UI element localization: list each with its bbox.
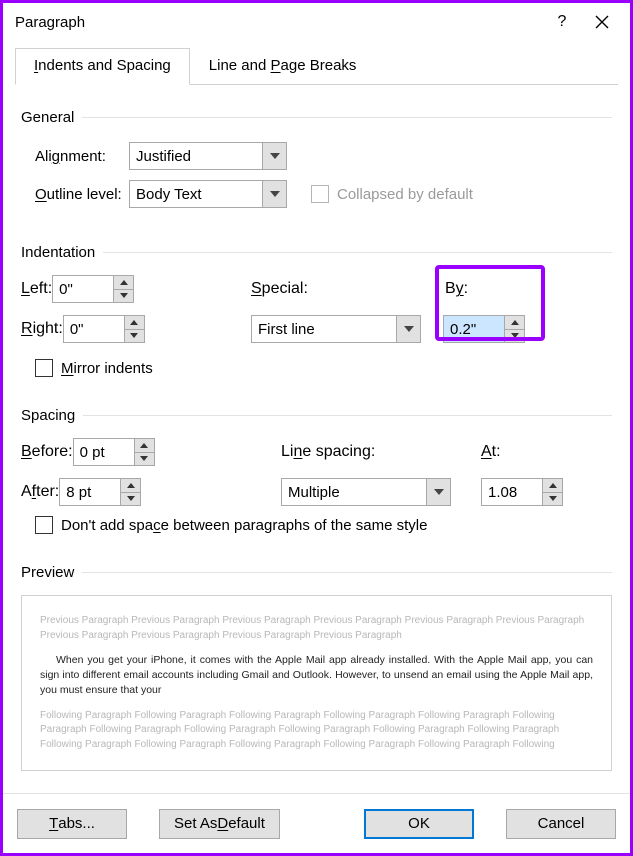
annotation-highlight: [435, 265, 545, 341]
chevron-down-icon: [262, 181, 286, 207]
spin-down-icon[interactable]: [125, 330, 144, 343]
checkbox-box-icon: [35, 516, 53, 534]
spin-up-icon[interactable]: [114, 276, 133, 290]
spin-down-icon[interactable]: [135, 453, 154, 466]
line-spacing-label: Line spacing:: [281, 443, 375, 461]
after-value: 8 pt: [60, 479, 120, 505]
preview-pane: Previous Paragraph Previous Paragraph Pr…: [21, 595, 612, 771]
tab-indents-spacing[interactable]: Indents and Spacing: [15, 48, 190, 85]
at-value: 1.08: [482, 479, 542, 505]
cancel-button[interactable]: Cancel: [506, 809, 616, 839]
close-icon: [595, 15, 609, 29]
spin-down-icon[interactable]: [543, 493, 562, 506]
dialog-footer: Tabs... Set As Default OK Cancel: [3, 793, 630, 853]
titlebar: Paragraph ?: [3, 3, 630, 41]
indent-right-label: Right:: [21, 320, 63, 338]
tab-line-page-breaks[interactable]: Line and Page Breaks: [190, 48, 376, 85]
checkbox-box-icon: [311, 185, 329, 203]
after-spinner[interactable]: 8 pt: [59, 478, 141, 506]
spin-up-icon[interactable]: [125, 316, 144, 330]
tabs-button[interactable]: Tabs...: [17, 809, 127, 839]
chevron-down-icon: [396, 316, 420, 342]
mirror-indents-checkbox[interactable]: Mirror indents: [21, 359, 612, 377]
alignment-combo[interactable]: Justified: [129, 142, 287, 170]
preview-next-text: Following Paragraph Following Paragraph …: [40, 709, 593, 753]
checkbox-box-icon: [35, 359, 53, 377]
alignment-label: Alignment:: [21, 148, 129, 165]
mirror-indents-label: Mirror indents: [61, 360, 153, 377]
spin-up-icon[interactable]: [121, 479, 140, 493]
dialog-title: Paragraph: [15, 14, 542, 31]
close-button[interactable]: [582, 7, 622, 37]
dialog-content: General Alignment: Justified Outline lev…: [3, 85, 630, 793]
tab-label: ndents and Spacing: [38, 57, 171, 74]
indent-left-value: 0": [53, 276, 113, 302]
indent-right-value: 0": [64, 316, 124, 342]
section-preview: Preview: [21, 564, 612, 581]
outline-level-value: Body Text: [130, 181, 262, 207]
outline-level-combo[interactable]: Body Text: [129, 180, 287, 208]
outline-level-label: Outline level:: [21, 186, 129, 203]
preview-prev-text: Previous Paragraph Previous Paragraph Pr…: [40, 614, 593, 643]
special-value: First line: [252, 316, 396, 342]
no-add-space-checkbox[interactable]: Don't add space between paragraphs of th…: [21, 516, 612, 534]
collapsed-checkbox: Collapsed by default: [311, 185, 473, 203]
at-spinner[interactable]: 1.08: [481, 478, 563, 506]
before-label: Before:: [21, 443, 73, 461]
no-add-space-label: Don't add space between paragraphs of th…: [61, 517, 427, 534]
at-label: At:: [481, 443, 501, 461]
section-general: General: [21, 109, 612, 126]
line-spacing-value: Multiple: [282, 479, 426, 505]
before-spinner[interactable]: 0 pt: [73, 438, 155, 466]
ok-button[interactable]: OK: [364, 809, 474, 839]
paragraph-dialog: Paragraph ? Indents and Spacing Line and…: [0, 0, 633, 856]
preview-main-text: When you get your iPhone, it comes with …: [40, 653, 593, 699]
alignment-value: Justified: [130, 143, 262, 169]
collapsed-label: Collapsed by default: [337, 186, 473, 203]
set-as-default-button[interactable]: Set As Default: [159, 809, 280, 839]
tab-strip: Indents and Spacing Line and Page Breaks: [15, 47, 618, 85]
special-label: Special:: [251, 280, 308, 298]
spin-down-icon[interactable]: [114, 290, 133, 303]
help-button[interactable]: ?: [542, 7, 582, 37]
indent-right-spinner[interactable]: 0": [63, 315, 145, 343]
indent-left-label: Left:: [21, 280, 52, 298]
spin-down-icon[interactable]: [121, 493, 140, 506]
chevron-down-icon: [262, 143, 286, 169]
before-value: 0 pt: [74, 439, 134, 465]
indent-left-spinner[interactable]: 0": [52, 275, 134, 303]
spin-up-icon[interactable]: [135, 439, 154, 453]
special-combo[interactable]: First line: [251, 315, 421, 343]
chevron-down-icon: [426, 479, 450, 505]
line-spacing-combo[interactable]: Multiple: [281, 478, 451, 506]
spin-up-icon[interactable]: [543, 479, 562, 493]
after-label: After:: [21, 483, 59, 501]
section-spacing: Spacing: [21, 407, 612, 424]
section-indentation: Indentation: [21, 244, 612, 261]
